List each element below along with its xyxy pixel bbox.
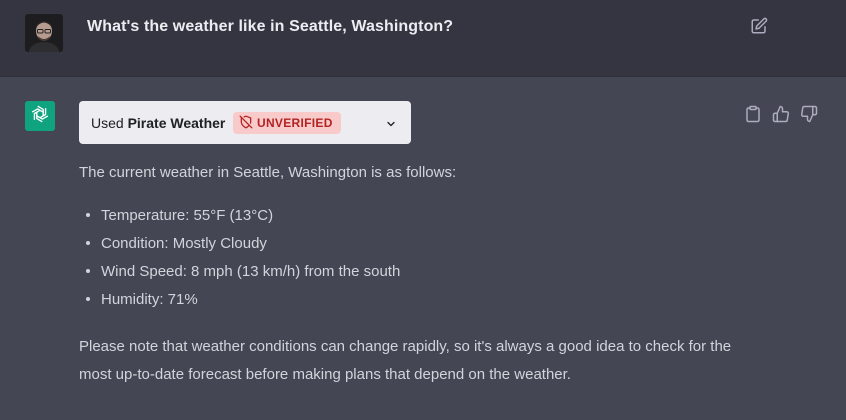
openai-logo-icon bbox=[29, 103, 51, 130]
unverified-badge-text: UNVERIFIED bbox=[257, 116, 333, 130]
used-text: Used bbox=[91, 115, 124, 131]
assistant-response: The current weather in Seattle, Washingt… bbox=[79, 161, 739, 389]
chevron-down-icon[interactable] bbox=[385, 117, 397, 129]
assistant-avatar bbox=[25, 101, 55, 131]
edit-icon[interactable] bbox=[750, 17, 768, 35]
thumbs-down-icon[interactable] bbox=[800, 105, 818, 123]
user-message-text: What's the weather like in Seattle, Wash… bbox=[87, 18, 454, 35]
response-intro: The current weather in Seattle, Washingt… bbox=[79, 164, 457, 181]
plugin-used-label: Used Pirate Weather bbox=[91, 115, 225, 131]
clipboard-icon[interactable] bbox=[744, 105, 762, 123]
unverified-badge: UNVERIFIED bbox=[233, 112, 341, 134]
list-item: Wind Speed: 8 mph (13 km/h) from the sou… bbox=[79, 258, 739, 286]
list-item: Temperature: 55°F (13°C) bbox=[79, 202, 739, 230]
shield-off-icon bbox=[239, 115, 253, 132]
thumbs-up-icon[interactable] bbox=[772, 105, 790, 123]
list-item: Condition: Mostly Cloudy bbox=[79, 230, 739, 258]
list-item: Humidity: 71% bbox=[79, 286, 739, 314]
plugin-name: Pirate Weather bbox=[127, 115, 226, 131]
message-actions bbox=[744, 105, 818, 123]
weather-list: Temperature: 55°F (13°C) Condition: Most… bbox=[79, 202, 739, 314]
plugin-used-dropdown[interactable]: Used Pirate Weather UNVERIFIED bbox=[79, 101, 411, 144]
user-avatar bbox=[25, 14, 63, 52]
response-note: Please note that weather conditions can … bbox=[79, 338, 732, 383]
assistant-message-row: Used Pirate Weather UNVERIFIED The curre… bbox=[0, 77, 846, 420]
user-message-row: What's the weather like in Seattle, Wash… bbox=[0, 0, 846, 77]
